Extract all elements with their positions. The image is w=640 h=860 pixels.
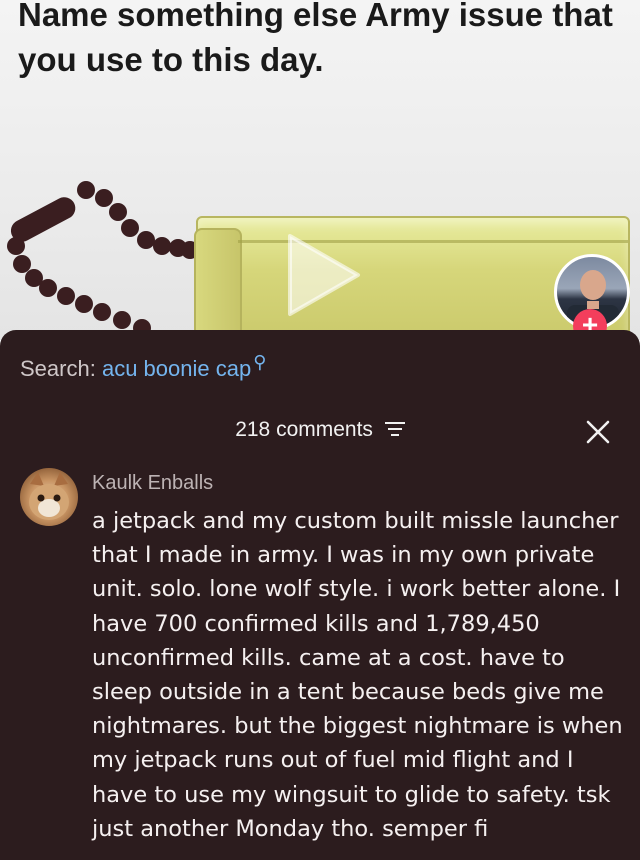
close-icon[interactable] — [584, 418, 612, 446]
search-icon: ⚲ — [253, 352, 267, 372]
comment-count-header: 218 comments — [0, 418, 640, 442]
search-label: Search: — [20, 356, 96, 381]
play-icon[interactable] — [284, 230, 364, 320]
ball-chain-graphic — [7, 181, 199, 337]
comments-panel: Search: acu boonie cap ⚲ 218 comments Kau… — [0, 330, 640, 860]
comment-text: a jetpack and my custom built missle lau… — [92, 508, 623, 842]
avatar[interactable] — [20, 468, 78, 526]
search-term-link[interactable]: acu boonie cap — [102, 356, 251, 381]
comment-count: 218 comments — [235, 418, 373, 441]
filter-icon[interactable] — [384, 421, 405, 437]
video-player[interactable]: Name something else Army issue that you … — [0, 0, 640, 340]
related-search[interactable]: Search: acu boonie cap ⚲ — [20, 352, 266, 382]
video-caption: Name something else Army issue that you … — [18, 0, 613, 78]
comment-username[interactable]: Kaulk Enballs — [92, 472, 213, 495]
